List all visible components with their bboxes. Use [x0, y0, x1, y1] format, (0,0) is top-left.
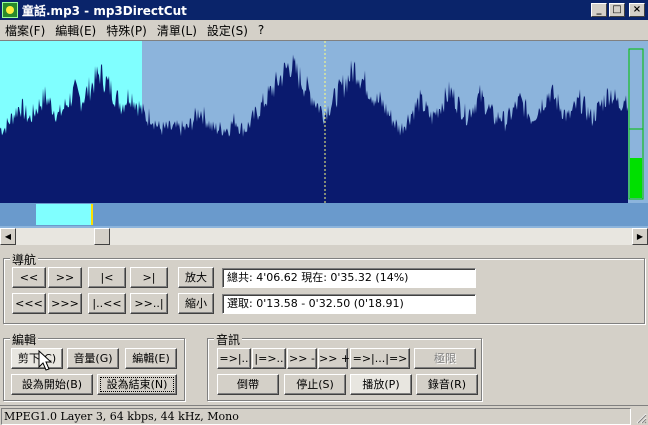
nav-to-start-button[interactable]: |..<<	[88, 293, 126, 314]
set-start-button[interactable]: 設為開始(B)	[11, 374, 93, 395]
menu-list[interactable]: 清單(L)	[152, 22, 202, 39]
status-text: MPEG1.0 Layer 3, 64 kbps, 44 kHz, Mono	[1, 408, 631, 425]
selection-display: 選取: 0'13.58 - 0'32.50 (0'18.91)	[222, 294, 476, 314]
app-icon	[2, 2, 18, 18]
audio-group: 音訊 =>|.. |=>.. >> - >> + =>|...|=> 極限 倒帶…	[207, 331, 482, 401]
nav-end-button[interactable]: >|	[130, 267, 168, 288]
nav-rewind-button[interactable]: <<	[12, 267, 46, 288]
nav-fast-rewind-button[interactable]: <<<	[12, 293, 46, 314]
reverse-button[interactable]: 倒帶	[217, 374, 279, 395]
play-prev-button[interactable]: =>|..	[217, 348, 251, 369]
title-bar: 童話.mp3 - mp3DirectCut _ □ ×	[0, 0, 648, 20]
limit-button[interactable]: 極限	[414, 348, 476, 369]
resize-grip-icon[interactable]	[635, 412, 647, 424]
horizontal-scrollbar[interactable]: ◀ ▶	[0, 228, 648, 245]
close-button[interactable]: ×	[629, 3, 645, 17]
nav-forward-button[interactable]: >>	[48, 267, 82, 288]
play-button[interactable]: 播放(P)	[350, 374, 412, 395]
audio-label: 音訊	[214, 331, 243, 348]
play-from-start-button[interactable]: |=>..	[252, 348, 286, 369]
scroll-left-button[interactable]: ◀	[0, 228, 16, 245]
menu-help[interactable]: ?	[253, 23, 269, 37]
seek-back-button[interactable]: >> -	[287, 348, 317, 369]
position-display: 總共: 4'06.62 現在: 0'35.32 (14%)	[222, 268, 476, 288]
edit-button[interactable]: 編輯(E)	[125, 348, 177, 369]
record-button[interactable]: 錄音(R)	[416, 374, 478, 395]
nav-to-end-button[interactable]: >>..|	[130, 293, 168, 314]
nav-start-button[interactable]: |<	[88, 267, 126, 288]
zoom-out-button[interactable]: 縮小	[178, 293, 214, 314]
status-bar: MPEG1.0 Layer 3, 64 kbps, 44 kHz, Mono	[0, 405, 648, 425]
scroll-right-button[interactable]: ▶	[632, 228, 648, 245]
volume-button[interactable]: 音量(G)	[67, 348, 119, 369]
waveform-display[interactable]	[0, 40, 648, 229]
cut-button[interactable]: 剪下(C)	[11, 348, 63, 369]
stop-button[interactable]: 停止(S)	[284, 374, 346, 395]
zoom-in-button[interactable]: 放大	[178, 267, 214, 288]
menu-edit[interactable]: 編輯(E)	[50, 22, 101, 39]
menu-special[interactable]: 特殊(P)	[101, 22, 152, 39]
edit-group: 編輯 剪下(C) 音量(G) 編輯(E) 設為開始(B) 設為結束(N)	[3, 331, 185, 401]
maximize-button[interactable]: □	[609, 3, 625, 17]
window-title: 童話.mp3 - mp3DirectCut	[22, 3, 187, 18]
seek-forward-button[interactable]: >> +	[318, 348, 350, 369]
level-meter-fill	[630, 158, 642, 198]
overview-strip[interactable]	[0, 203, 648, 226]
overview-selection	[36, 204, 92, 225]
navigation-group: 導航 << >> |< >| 放大 總共: 4'06.62 現在: 0'35.3…	[3, 251, 645, 324]
navigation-label: 導航	[10, 251, 39, 268]
scroll-thumb[interactable]	[94, 228, 110, 245]
menu-settings[interactable]: 設定(S)	[202, 22, 253, 39]
edit-label: 編輯	[10, 331, 39, 348]
play-selection-button[interactable]: =>|...|=>	[350, 348, 410, 369]
menu-bar: 檔案(F) 編輯(E) 特殊(P) 清單(L) 設定(S) ?	[0, 20, 648, 40]
menu-file[interactable]: 檔案(F)	[0, 22, 50, 39]
set-end-button[interactable]: 設為結束(N)	[97, 374, 177, 395]
minimize-button[interactable]: _	[591, 3, 607, 17]
nav-fast-forward-button[interactable]: >>>	[48, 293, 82, 314]
